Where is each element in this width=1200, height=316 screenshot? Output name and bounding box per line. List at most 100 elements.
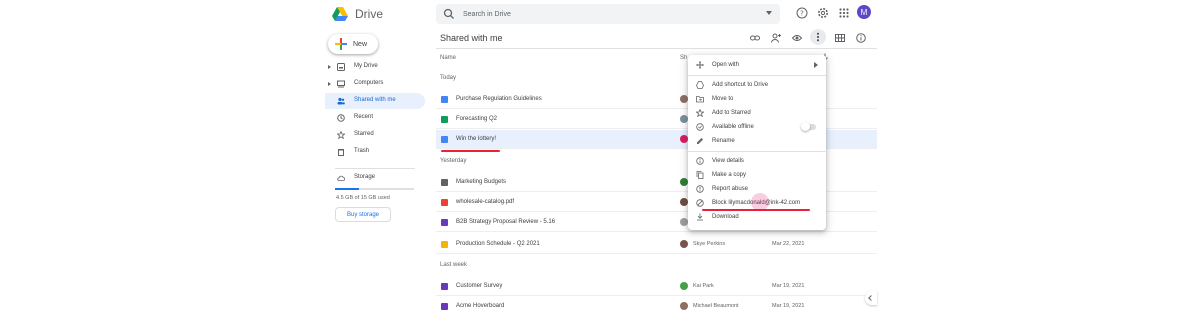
expand-arrow-icon[interactable] [328, 82, 331, 86]
header-divider [436, 48, 877, 49]
svg-text:?: ? [800, 10, 804, 18]
share-person-icon[interactable] [771, 33, 781, 43]
owner-avatar [680, 198, 688, 206]
menu-item-download[interactable]: Download [688, 211, 826, 224]
search-options-icon[interactable] [766, 11, 772, 15]
settings-icon[interactable] [817, 7, 829, 19]
file-row[interactable]: Customer Survey Kai Park Mar 19, 2021 [436, 277, 877, 296]
offline-toggle[interactable] [801, 122, 816, 131]
add-shortcut-icon [696, 81, 704, 89]
side-panel-toggle-button[interactable] [865, 291, 877, 305]
computer-icon [337, 80, 345, 88]
section-label-yesterday: Yesterday [440, 158, 467, 164]
file-name: Marketing Budgets [456, 179, 507, 185]
folder-icon [441, 179, 448, 186]
menu-item-label: Rename [712, 138, 735, 144]
owner-name: Kai Park [693, 283, 714, 289]
drive-logo-group[interactable]: Drive [332, 5, 383, 23]
menu-item-open-with[interactable]: Open with [688, 59, 826, 72]
menu-item-view-details[interactable]: View details [688, 155, 826, 168]
expand-arrow-icon[interactable] [328, 65, 331, 69]
search-icon[interactable] [442, 7, 456, 21]
sidebar-item-trash[interactable]: Trash [325, 144, 425, 160]
menu-item-available-offline[interactable]: Available offline [688, 121, 826, 134]
menu-item-label: Download [712, 214, 739, 220]
app-brand: Drive [355, 7, 384, 21]
link-icon[interactable] [750, 33, 760, 43]
account-avatar[interactable]: M [857, 5, 871, 19]
file-name: Forecasting Q2 [456, 116, 498, 122]
google-slides-icon [441, 241, 448, 248]
file-name: Production Schedule - Q2 2021 [456, 241, 540, 247]
block-icon [696, 199, 704, 207]
owner-avatar [680, 218, 688, 226]
sidebar-item-my-drive[interactable]: My Drive [325, 59, 425, 75]
sidebar-item-label: My Drive [354, 63, 378, 69]
file-row[interactable]: Production Schedule - Q2 2021 Skye Perki… [436, 235, 877, 254]
star-icon [337, 131, 345, 139]
new-button-label: New [353, 40, 368, 48]
storage-label: Storage [354, 174, 376, 180]
section-label-last-week: Last week [440, 262, 468, 268]
menu-item-add-to-starred[interactable]: Add to Starred [688, 107, 826, 120]
sidebar-item-starred[interactable]: Starred [325, 127, 425, 143]
menu-divider [688, 151, 826, 152]
search-input[interactable]: Search in Drive [463, 11, 511, 18]
owner-name: Michael Beaumont [693, 303, 739, 309]
menu-item-make-a-copy[interactable]: Make a copy [688, 169, 826, 182]
file-row[interactable]: Acme Hoverboard Michael Beaumont Mar 19,… [436, 297, 877, 316]
new-button[interactable]: New [328, 34, 378, 54]
column-header-owner[interactable]: Sh [680, 55, 687, 61]
grid-view-icon[interactable] [835, 33, 845, 43]
sidebar-item-storage[interactable]: Storage [325, 170, 425, 186]
google-forms-icon [441, 283, 448, 290]
more-actions-button[interactable] [810, 29, 826, 45]
info-icon [696, 157, 704, 165]
menu-item-move-to[interactable]: Move to [688, 93, 826, 106]
sidebar-item-label: Shared with me [354, 97, 396, 103]
storage-usage-text: 4.5 GB of 15 GB used [336, 195, 390, 201]
annotation-underline [702, 209, 810, 211]
move-to-icon [696, 96, 704, 103]
file-name: Acme Hoverboard [456, 303, 505, 309]
menu-item-label: Open with [712, 62, 740, 68]
date-modified: Mar 22, 2021 [772, 241, 805, 247]
owner-avatar [680, 240, 688, 248]
star-icon [696, 109, 704, 117]
google-sheets-icon [441, 116, 448, 123]
file-name: Win the lottery! [456, 136, 497, 142]
column-header-name[interactable]: Name [440, 55, 456, 61]
menu-item-label: Make a copy [712, 172, 747, 178]
menu-item-add-shortcut[interactable]: Add shortcut to Drive [688, 79, 826, 92]
storage-usage-fill [335, 188, 359, 190]
search-bar[interactable]: Search in Drive [436, 4, 780, 24]
buy-storage-button[interactable]: Buy storage [335, 207, 391, 222]
shared-icon [337, 97, 345, 105]
menu-divider [688, 75, 826, 76]
report-icon [696, 185, 704, 193]
menu-item-label: Report abuse [712, 186, 749, 192]
drive-logo-icon [332, 7, 348, 21]
file-name: Purchase Regulation Guidelines [456, 96, 542, 102]
menu-item-label: View details [712, 158, 744, 164]
sidebar-item-shared-with-me[interactable]: Shared with me [325, 93, 425, 109]
info-icon[interactable] [856, 33, 866, 43]
clock-icon [337, 114, 345, 122]
help-icon[interactable]: ? [796, 7, 808, 19]
section-label-today: Today [440, 75, 457, 81]
pdf-icon [441, 199, 448, 206]
offline-icon [696, 123, 704, 131]
preview-eye-icon[interactable] [792, 33, 802, 43]
sidebar-item-recent[interactable]: Recent [325, 110, 425, 126]
menu-item-rename[interactable]: Rename [688, 135, 826, 148]
menu-item-label: Available offline [712, 124, 754, 130]
sidebar-item-computers[interactable]: Computers [325, 76, 425, 92]
google-forms-icon [441, 219, 448, 226]
plus-icon [335, 38, 347, 50]
owner-avatar [680, 135, 688, 143]
apps-grid-icon[interactable] [838, 7, 850, 19]
file-name: wholesale-catalog.pdf [456, 199, 515, 205]
storage-usage-bar [335, 188, 414, 190]
copy-icon [696, 171, 704, 179]
annotation-underline [441, 150, 500, 152]
